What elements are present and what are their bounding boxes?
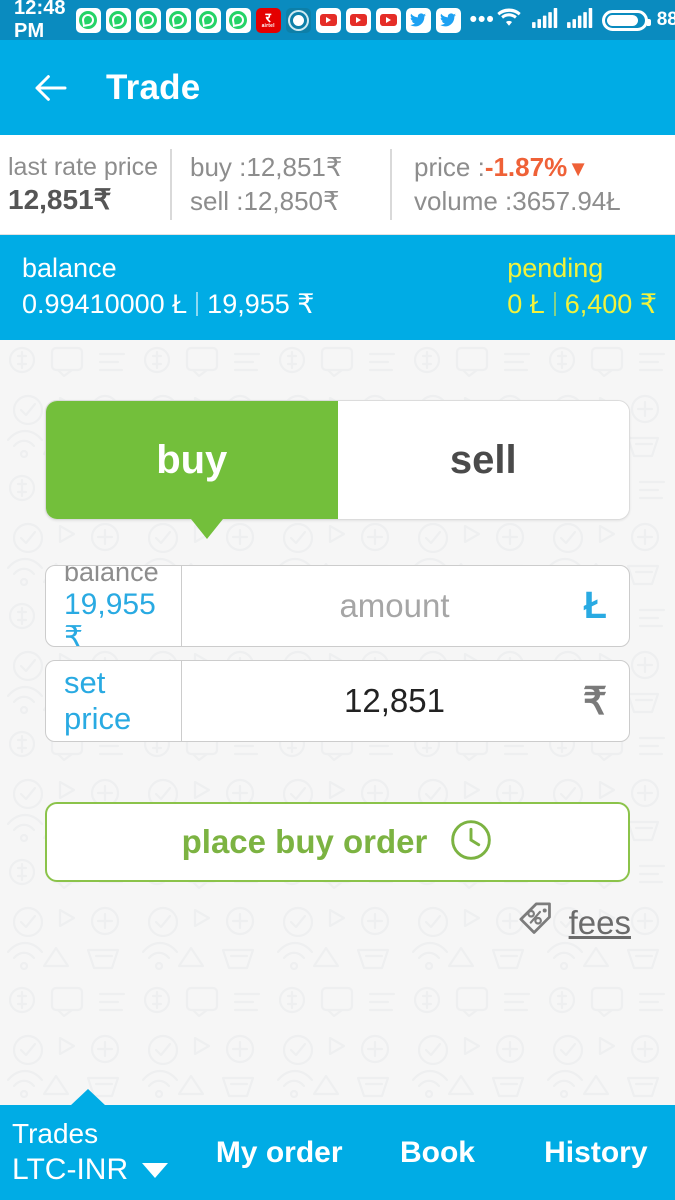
youtube-icon bbox=[315, 7, 341, 33]
amount-balance-value: 19,955 ₹ bbox=[64, 587, 156, 647]
bid-ask-block: buy :12,851₹ sell :12,850₹ bbox=[170, 149, 390, 220]
fees-label[interactable]: fees bbox=[569, 904, 631, 942]
buy-rate: buy :12,851₹ bbox=[190, 151, 343, 182]
pending-crypto: 0 Ł bbox=[507, 289, 545, 320]
last-rate-value: 12,851₹ bbox=[8, 183, 112, 215]
signal-icon bbox=[531, 7, 558, 33]
pending-values: 0 Ł 6,400 ₹ bbox=[507, 286, 657, 322]
place-order-label: place buy order bbox=[181, 823, 428, 860]
price-down-caret-icon: ▼ bbox=[567, 155, 589, 181]
set-price-block[interactable]: set price bbox=[46, 661, 182, 741]
order-side-toggle: buy sell bbox=[45, 400, 630, 539]
airtel-icon: र airtel bbox=[255, 7, 281, 33]
price-input-wrap: ₹ bbox=[182, 661, 629, 741]
balance-values: 0.99410000 Ł 19,955 ₹ bbox=[22, 286, 314, 322]
pair-selector[interactable]: LTC-INR bbox=[12, 1151, 200, 1189]
litecoin-icon: Ł bbox=[583, 584, 607, 627]
buy-tab[interactable]: buy bbox=[46, 401, 338, 519]
price-change-row: price :-1.87%▼ bbox=[414, 151, 675, 185]
price-tag-percent-icon bbox=[515, 898, 559, 947]
amount-balance-block: balance 19,955 ₹ bbox=[46, 566, 182, 646]
nav-trades[interactable]: Trades LTC-INR bbox=[0, 1116, 200, 1189]
sell-tab[interactable]: sell bbox=[337, 401, 629, 519]
place-buy-order-button[interactable]: place buy order bbox=[45, 802, 630, 882]
price-row: set price ₹ bbox=[45, 660, 630, 742]
divider bbox=[553, 292, 556, 317]
last-rate-block: last rate price 12,851₹ bbox=[0, 135, 170, 234]
balance-band: balance 0.99410000 Ł 19,955 ₹ pending 0 Ł… bbox=[0, 235, 675, 340]
whatsapp-icon bbox=[75, 7, 101, 33]
wifi-icon bbox=[495, 7, 523, 34]
battery-percent: 88% bbox=[656, 9, 675, 30]
rate-strip: last rate price 12,851₹ buy :12,851₹ sel… bbox=[0, 135, 675, 235]
rupee-icon: ₹ bbox=[582, 680, 607, 723]
balance-fiat: 19,955 ₹ bbox=[207, 289, 315, 320]
nav-trades-label: Trades bbox=[12, 1118, 99, 1150]
whatsapp-icon bbox=[225, 7, 251, 33]
price-change-label: price : bbox=[414, 151, 485, 182]
pending-fiat: 6,400 ₹ bbox=[564, 289, 657, 320]
trade-screen: 12:48 PM र airtel ••• 88 Trade last rate… bbox=[0, 0, 675, 1200]
back-arrow-icon[interactable] bbox=[30, 67, 72, 109]
price-change-value: -1.87% bbox=[484, 151, 568, 182]
last-rate-label: last rate price bbox=[8, 153, 159, 182]
clock-icon bbox=[449, 818, 493, 867]
youtube-icon bbox=[345, 7, 371, 33]
status-notification-icons: र airtel ••• bbox=[75, 7, 495, 33]
fees-link[interactable]: fees bbox=[515, 898, 631, 947]
nav-my-order[interactable]: My order bbox=[200, 1136, 358, 1170]
balance-label: balance bbox=[22, 253, 117, 284]
amount-balance-label: balance bbox=[64, 565, 159, 588]
balance-block: balance 0.99410000 Ł 19,955 ₹ bbox=[22, 252, 314, 322]
airtel-wordmark: airtel bbox=[261, 23, 275, 29]
pair-label: LTC-INR bbox=[12, 1153, 129, 1187]
price-input[interactable] bbox=[182, 682, 629, 720]
pending-label: pending bbox=[507, 253, 604, 284]
whatsapp-icon bbox=[195, 7, 221, 33]
status-time: 12:48 PM bbox=[14, 0, 66, 42]
sell-rate: sell :12,850₹ bbox=[190, 185, 340, 216]
recording-icon bbox=[285, 7, 311, 33]
nav-history[interactable]: History bbox=[517, 1136, 675, 1170]
status-system-icons: 88% bbox=[495, 7, 675, 34]
volume-value: volume :3657.94Ł bbox=[414, 185, 621, 216]
divider bbox=[196, 292, 199, 317]
signal-icon bbox=[566, 7, 593, 33]
nav-book[interactable]: Book bbox=[358, 1136, 516, 1170]
twitter-icon bbox=[435, 7, 461, 33]
more-notifications-icon: ••• bbox=[469, 7, 495, 31]
bottom-nav: Trades LTC-INR My order Book History bbox=[0, 1089, 675, 1200]
pending-block: pending 0 Ł 6,400 ₹ bbox=[507, 252, 657, 322]
amount-row: balance 19,955 ₹ Ł bbox=[45, 565, 630, 647]
active-tab-pointer-icon bbox=[70, 1089, 106, 1106]
whatsapp-icon bbox=[135, 7, 161, 33]
status-bar: 12:48 PM र airtel ••• 88 bbox=[0, 0, 675, 42]
whatsapp-icon bbox=[105, 7, 131, 33]
balance-crypto: 0.99410000 Ł bbox=[22, 289, 188, 320]
chevron-down-icon[interactable] bbox=[142, 1162, 169, 1178]
youtube-icon bbox=[375, 7, 401, 33]
app-bar: Trade bbox=[0, 40, 675, 135]
change-volume-block: price :-1.87%▼ volume :3657.94Ł bbox=[390, 149, 675, 220]
battery-icon bbox=[601, 9, 651, 31]
twitter-icon bbox=[405, 7, 431, 33]
set-price-label[interactable]: set price bbox=[64, 665, 181, 737]
amount-input[interactable] bbox=[182, 587, 629, 625]
trade-form: buy sell balance 19,955 ₹ Ł set price ₹ bbox=[0, 340, 675, 1105]
amount-input-wrap: Ł bbox=[182, 566, 629, 646]
whatsapp-icon bbox=[165, 7, 191, 33]
page-title: Trade bbox=[106, 67, 201, 107]
